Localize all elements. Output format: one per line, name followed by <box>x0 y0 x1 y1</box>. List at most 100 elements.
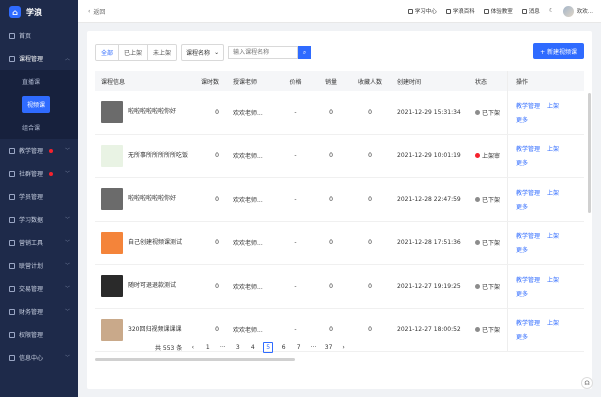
sales: 0 <box>329 239 333 247</box>
teaching-manage-link[interactable]: 教学管理 <box>516 231 540 240</box>
row-actions: 教学管理 上架 更多 <box>507 221 584 264</box>
sidebar-item-learning-data[interactable]: 学习数据 ﹀ <box>0 208 78 231</box>
course-title[interactable]: 320回归视频课课课 <box>128 326 181 334</box>
horizontal-scrollbar[interactable] <box>95 358 295 361</box>
sidebar-item-course-management[interactable]: 课程管理 ︿ <box>0 47 78 70</box>
search-input[interactable] <box>228 46 299 59</box>
status-dot <box>475 196 480 202</box>
new-video-course-button[interactable]: + 新建视频课 <box>533 43 584 59</box>
back-link[interactable]: ‹ 返回 <box>88 7 105 16</box>
status-badge: 已下架 <box>473 195 507 204</box>
publish-link[interactable]: 上架 <box>547 144 559 153</box>
app-logo[interactable]: ⌂ 学浪 <box>0 0 78 24</box>
encyclopedia-link[interactable]: 学浪百科 <box>445 7 475 15</box>
publish-link[interactable]: 上架 <box>547 318 559 327</box>
sidebar-item-finance[interactable]: 财务管理 ﹀ <box>0 300 78 323</box>
sidebar-item-trade[interactable]: 交易管理 ﹀ <box>0 277 78 300</box>
sidebar-subitem-live[interactable]: 直播课 <box>0 70 78 93</box>
sidebar-item-students[interactable]: 学员管理 <box>0 185 78 208</box>
teacher-name: 欢欢老师... <box>233 196 263 204</box>
more-link[interactable]: 更多 <box>516 332 584 341</box>
course-title[interactable]: 无所事所所所所所吃饭 <box>128 152 188 160</box>
course-thumbnail[interactable] <box>101 188 123 211</box>
course-thumbnail[interactable] <box>101 231 123 254</box>
teaching-manage-link[interactable]: 教学管理 <box>516 318 540 327</box>
learning-center-link[interactable]: 学习中心 <box>407 7 437 15</box>
course-thumbnail[interactable] <box>101 275 123 298</box>
more-link[interactable]: 更多 <box>516 289 584 298</box>
course-title[interactable]: 啦啦啦啦啦啦你好 <box>128 195 176 203</box>
page-6[interactable]: 6 <box>279 342 288 353</box>
course-title[interactable]: 啦啦啦啦啦啦你好 <box>128 108 176 116</box>
prev-page-button[interactable]: ‹ <box>188 342 197 353</box>
tab-unpublished[interactable]: 未上架 <box>148 45 177 60</box>
table-header: 课程信息 课时数 授课老师 价格 销量 收藏人数 创建时间 状态 操作 <box>95 71 584 91</box>
sidebar-subitem-video[interactable]: 视频课 <box>0 93 78 116</box>
sidebar-item-marketing[interactable]: 营销工具 ﹀ <box>0 231 78 254</box>
created-time: 2021-12-29 15:31:34 <box>397 108 461 116</box>
course-icon <box>9 55 15 62</box>
course-thumbnail[interactable] <box>101 144 123 167</box>
sidebar-item-permissions[interactable]: 权限管理 <box>0 323 78 346</box>
teaching-manage-link[interactable]: 教学管理 <box>516 275 540 284</box>
sidebar-item-teaching[interactable]: 教学管理 ﹀ <box>0 139 78 162</box>
publish-link[interactable]: 上架 <box>547 275 559 284</box>
page-4[interactable]: 4 <box>248 342 257 353</box>
more-link[interactable]: 更多 <box>516 202 584 211</box>
teaching-icon <box>9 147 15 154</box>
page-ellipsis[interactable]: ··· <box>309 342 318 353</box>
favorites: 0 <box>368 152 372 160</box>
publish-link[interactable]: 上架 <box>547 231 559 240</box>
publish-link[interactable]: 上架 <box>547 101 559 110</box>
status-badge: 已下架 <box>473 108 507 117</box>
page-5-current[interactable]: 5 <box>263 342 274 353</box>
avatar <box>562 5 574 17</box>
next-page-button[interactable]: › <box>339 342 348 353</box>
user-menu[interactable]: 欢欢... <box>562 5 593 17</box>
teacher-name: 欢欢老师... <box>233 109 263 117</box>
teaching-manage-link[interactable]: 教学管理 <box>516 188 540 197</box>
lesson-count: 0 <box>215 152 219 160</box>
chevron-down-icon: ﹀ <box>64 148 70 154</box>
data-icon <box>9 216 15 223</box>
tab-published[interactable]: 已上架 <box>119 45 149 60</box>
headset-icon[interactable]: ☊ <box>581 377 593 389</box>
sidebar: ⌂ 学浪 首页 课程管理 ︿ 直播课 视频课 组合课 教学管理 ﹀ 社群管理 ﹀ <box>0 0 78 397</box>
trial-classroom-link[interactable]: 体验教室 <box>483 7 513 15</box>
tab-all[interactable]: 全部 <box>96 45 120 60</box>
search-button[interactable]: ⌕ <box>298 46 312 59</box>
messages-link[interactable]: 消息 <box>521 7 540 15</box>
course-thumbnail[interactable] <box>101 101 123 124</box>
sidebar-item-home[interactable]: 首页 <box>0 24 78 47</box>
page-ellipsis[interactable]: ··· <box>218 342 227 353</box>
sidebar-item-info-center[interactable]: 信息中心 ﹀ <box>0 346 78 369</box>
sidebar-item-community[interactable]: 社群管理 ﹀ <box>0 162 78 185</box>
more-link[interactable]: 更多 <box>516 158 584 167</box>
affiliate-icon <box>9 262 15 269</box>
course-title[interactable]: 随时可退退款测试 <box>128 282 176 290</box>
price: - <box>294 239 297 247</box>
permission-icon <box>9 331 15 338</box>
search-field-select[interactable]: 课程名称 ⌄ <box>181 44 225 61</box>
lesson-count: 0 <box>215 326 219 334</box>
page-37[interactable]: 37 <box>324 342 333 353</box>
page-1[interactable]: 1 <box>203 342 212 353</box>
vertical-scrollbar[interactable] <box>588 93 591 213</box>
course-title[interactable]: 自己创建视频课测试 <box>128 239 182 247</box>
sidebar-subitem-combo[interactable]: 组合课 <box>0 116 78 139</box>
page-3[interactable]: 3 <box>233 342 242 353</box>
sales: 0 <box>329 326 333 334</box>
chevron-down-icon: ﹀ <box>64 309 70 315</box>
sidebar-item-affiliate[interactable]: 联营计划 ﹀ <box>0 254 78 277</box>
moon-icon[interactable]: ☾ <box>549 8 554 14</box>
teaching-manage-link[interactable]: 教学管理 <box>516 144 540 153</box>
publish-link[interactable]: 上架 <box>547 188 559 197</box>
more-link[interactable]: 更多 <box>516 115 584 124</box>
page-7[interactable]: 7 <box>294 342 303 353</box>
created-time: 2021-12-27 18:00:52 <box>397 326 461 334</box>
row-actions: 教学管理 上架 更多 <box>507 178 584 221</box>
course-thumbnail[interactable] <box>101 318 123 341</box>
teaching-manage-link[interactable]: 教学管理 <box>516 101 540 110</box>
status-dot <box>475 109 480 115</box>
more-link[interactable]: 更多 <box>516 245 584 254</box>
